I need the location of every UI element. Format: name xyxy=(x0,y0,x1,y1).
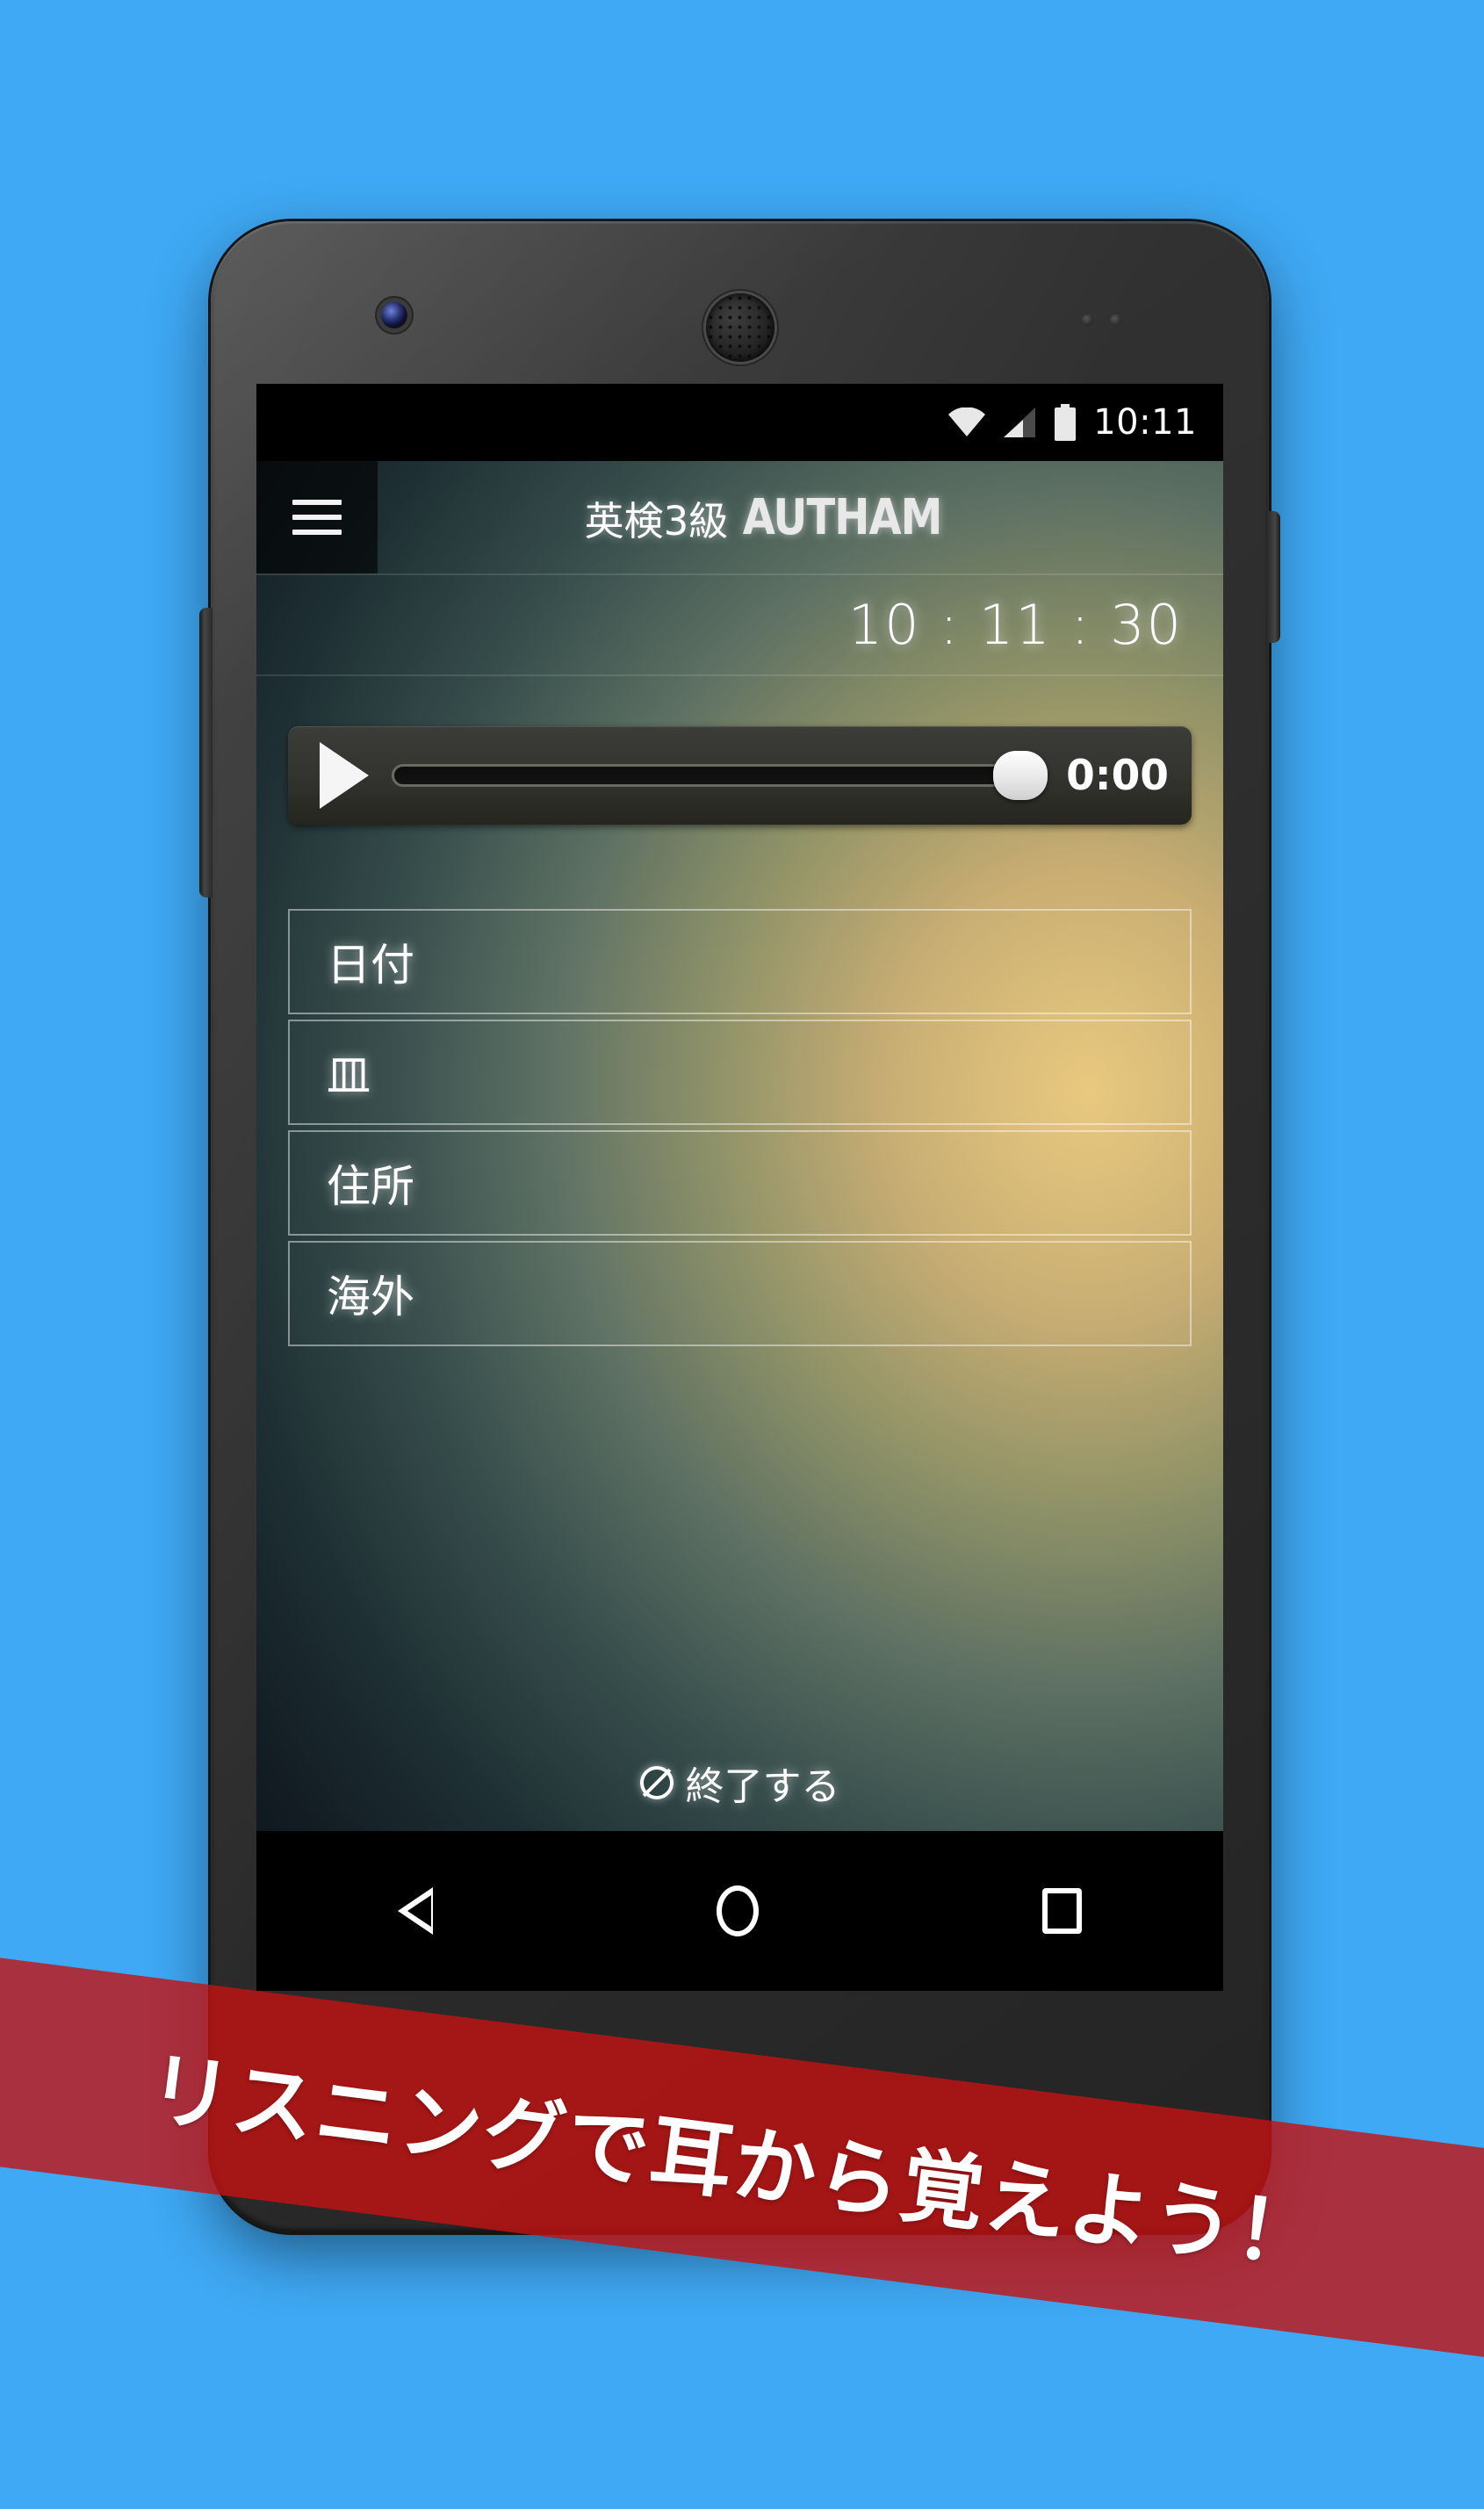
seek-thumb[interactable] xyxy=(993,751,1048,800)
list-item[interactable]: 皿 xyxy=(288,1020,1192,1125)
app-bar: 英検3級 AUTHAM xyxy=(256,461,1223,573)
nav-recents-icon[interactable] xyxy=(1041,1888,1082,1934)
answer-options-list: 日付 皿 住所 海外 xyxy=(288,909,1192,1352)
countdown-timer: 10 : 11 : 30 xyxy=(847,592,1183,657)
player-time-label: 0:00 xyxy=(1066,751,1169,800)
list-item[interactable]: 海外 xyxy=(288,1241,1192,1346)
phone-screen: 10:11 英検3級 AUTHAM 10 : 11 : 30 0:00 日付 皿… xyxy=(256,384,1223,1991)
list-item[interactable]: 住所 xyxy=(288,1130,1192,1236)
screenshot-canvas: 10:11 英検3級 AUTHAM 10 : 11 : 30 0:00 日付 皿… xyxy=(0,0,1484,2509)
cellular-signal-icon xyxy=(1004,407,1036,437)
status-bar: 10:11 xyxy=(256,384,1223,461)
app-content: 英検3級 AUTHAM 10 : 11 : 30 0:00 日付 皿 住所 海外… xyxy=(256,461,1223,1831)
power-button[interactable] xyxy=(1267,511,1280,643)
option-label: 日付 xyxy=(327,940,414,991)
front-camera-icon xyxy=(381,302,407,328)
app-bar-title-group: 英検3級 AUTHAM xyxy=(342,489,1188,546)
status-bar-clock: 10:11 xyxy=(1093,402,1197,443)
option-label: 皿 xyxy=(327,1050,371,1101)
nav-back-icon[interactable] xyxy=(398,1887,434,1935)
audio-player[interactable]: 0:00 xyxy=(288,726,1192,825)
quit-button[interactable]: 終了する xyxy=(256,1734,1223,1831)
list-item[interactable]: 日付 xyxy=(288,909,1192,1014)
quit-button-label: 終了する xyxy=(685,1764,840,1809)
battery-full-icon xyxy=(1055,404,1077,441)
wifi-icon xyxy=(948,407,986,436)
play-icon[interactable] xyxy=(320,742,369,809)
nav-home-icon[interactable] xyxy=(716,1885,759,1936)
countdown-row: 10 : 11 : 30 xyxy=(256,575,1223,674)
android-navigation-bar xyxy=(256,1831,1223,1991)
speaker-grille-icon xyxy=(705,293,774,362)
countdown-divider xyxy=(256,674,1223,676)
light-sensor-icon xyxy=(1110,314,1121,326)
proximity-sensor-icon xyxy=(1082,314,1093,326)
page-title: 英検3級 xyxy=(584,497,729,544)
app-logo: AUTHAM xyxy=(742,488,943,546)
option-label: 住所 xyxy=(327,1161,414,1212)
no-entry-icon xyxy=(639,1766,674,1799)
seek-bar[interactable] xyxy=(392,751,1048,800)
phone-device: 10:11 英検3級 AUTHAM 10 : 11 : 30 0:00 日付 皿… xyxy=(199,221,1280,2232)
volume-button[interactable] xyxy=(199,608,213,898)
option-label: 海外 xyxy=(327,1272,414,1323)
